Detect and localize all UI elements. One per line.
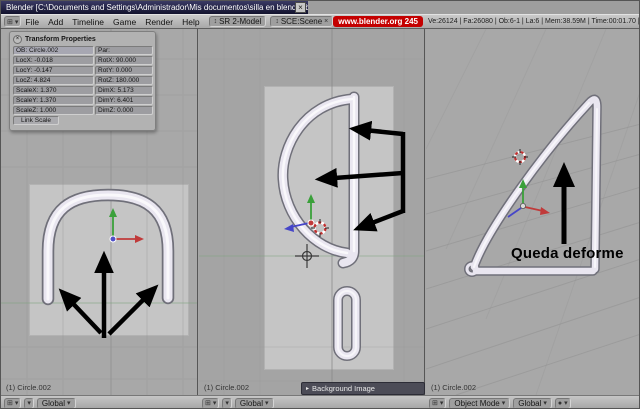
viewport-front[interactable]: × Transform Properties OB: Circle.002 Pa… — [1, 29, 198, 395]
chevron-down-icon: ▾ — [67, 400, 71, 407]
chevron-down-icon: ▾ — [27, 400, 31, 407]
orientation-select[interactable]: Global ▾ — [234, 397, 274, 408]
menu-bar: ⊞ ▾ File Add Timeline Game Render Help ↕… — [1, 14, 640, 29]
view-menu-button[interactable]: ▾ — [222, 397, 232, 408]
grid-icon: ⊞ — [432, 400, 438, 407]
chevron-down-icon: ▾ — [14, 400, 19, 407]
window-title: Blender [C:\Documents and Settings\Admin… — [1, 1, 308, 14]
locx-field[interactable]: LocX: -0.018 — [13, 56, 94, 65]
orientation-value: Global — [518, 398, 542, 408]
orientation-value: Global — [239, 398, 264, 408]
viewport-perspective[interactable]: Queda deforme (1) Circle.002 — [426, 29, 639, 395]
chevron-down-icon: ▾ — [212, 400, 217, 407]
stats-readout: Ve:26124 | Fa:26080 | Ob:6-1 | La:6 | Me… — [428, 18, 640, 25]
viewport-header-left: ⊞ ▾ ▾ Global ▾ — [1, 395, 199, 408]
rotx-field[interactable]: RotX: 90.000 — [95, 56, 153, 65]
scalex-field[interactable]: ScaleX: 1.370 — [13, 86, 94, 95]
scene-selector-value: SCE:Scene — [280, 17, 323, 26]
transform-properties-panel: × Transform Properties OB: Circle.002 Pa… — [9, 31, 156, 131]
scene-selector[interactable]: ↕ SCE:Scene × — [270, 16, 334, 27]
version-badge: www.blender.org 245 — [333, 16, 423, 27]
chevron-down-icon: ▾ — [225, 400, 229, 407]
locz-field[interactable]: LocZ: 4.824 — [13, 76, 94, 85]
close-icon[interactable]: × — [295, 2, 306, 13]
viewport-object-label: (1) Circle.002 — [204, 383, 250, 392]
orientation-select[interactable]: Global ▾ — [36, 397, 76, 408]
viewport-side[interactable]: (1) Circle.002 — [199, 29, 425, 395]
window-type-button[interactable]: ⊞ ▾ — [4, 16, 22, 27]
perspective-grid-lines-cross — [426, 29, 639, 395]
3d-cursor — [512, 149, 528, 165]
viewport-header-middle: ⊞ ▾ ▾ Global ▾ — [199, 395, 426, 408]
grid-icon: ⊞ — [7, 18, 13, 26]
grid-icon: ⊞ — [7, 400, 13, 407]
scaley-field[interactable]: ScaleY: 1.370 — [13, 96, 94, 105]
panel-close-icon[interactable]: × — [13, 34, 22, 44]
chevron-down-icon: ▾ — [543, 400, 547, 407]
menu-render[interactable]: Render — [145, 17, 173, 27]
menu-help[interactable]: Help — [182, 17, 199, 27]
roty-field[interactable]: RotY: 0.000 — [95, 66, 153, 75]
orientation-select[interactable]: Global ▾ — [513, 397, 552, 408]
chevron-down-icon: ▾ — [265, 400, 269, 407]
menu-file[interactable]: File — [25, 17, 39, 27]
viewport-header-right: ⊞ ▾ Object Mode ▾ Global ▾ ● ▾ — [426, 395, 639, 408]
dimx-field[interactable]: DimX: 5.173 — [95, 86, 153, 95]
dimy-field[interactable]: DimY: 6.401 — [95, 96, 153, 105]
mode-select[interactable]: Object Mode ▾ — [449, 397, 511, 408]
dimz-field[interactable]: DimZ: 0.000 — [95, 106, 153, 115]
collapse-icon[interactable]: ▸ — [306, 385, 309, 392]
background-image-plane — [264, 86, 394, 370]
screen-selector-value: SR 2-Model — [219, 17, 262, 26]
view-menu-button[interactable]: ▾ — [24, 397, 34, 408]
parent-field[interactable]: Par: — [95, 46, 153, 55]
transform-manipulator[interactable] — [507, 179, 550, 218]
viewport-object-label: (1) Circle.002 — [6, 383, 52, 392]
ob-name-field[interactable]: OB: Circle.002 — [13, 46, 94, 55]
menu-add[interactable]: Add — [48, 17, 63, 27]
scalez-field[interactable]: ScaleZ: 1.000 — [13, 106, 94, 115]
draw-mode-button[interactable]: ● ▾ — [554, 397, 571, 408]
viewport-object-label: (1) Circle.002 — [431, 383, 477, 392]
orientation-value: Global — [41, 398, 66, 408]
window-type-button[interactable]: ⊞ ▾ — [202, 397, 220, 408]
updown-icon: ↕ — [275, 18, 279, 25]
window-type-button[interactable]: ⊞ ▾ — [429, 397, 447, 408]
blender-window: Blender [C:\Documents and Settings\Admin… — [0, 0, 640, 409]
window-type-button[interactable]: ⊞ ▾ — [4, 397, 22, 408]
link-scale-button[interactable]: Link Scale — [13, 116, 59, 125]
panel-header[interactable]: × Transform Properties — [13, 34, 152, 44]
chevron-down-icon: ▾ — [564, 400, 568, 407]
title-bar: Blender [C:\Documents and Settings\Admin… — [1, 1, 639, 14]
grid-icon: ⊞ — [205, 400, 211, 407]
sphere-icon: ● — [557, 399, 563, 407]
locy-field[interactable]: LocY: -0.147 — [13, 66, 94, 75]
mode-value: Object Mode — [454, 398, 500, 408]
annotation-text: Queda deforme — [511, 245, 624, 262]
chevron-down-icon: ▾ — [439, 400, 444, 407]
menu-timeline[interactable]: Timeline — [72, 17, 104, 27]
updown-icon: ↕ — [213, 18, 218, 25]
rotz-field[interactable]: RotZ: 180.000 — [95, 76, 153, 85]
menu-game[interactable]: Game — [113, 17, 136, 27]
close-icon: × — [324, 18, 329, 25]
chevron-down-icon: ▾ — [14, 18, 19, 26]
background-image-plane — [29, 184, 189, 336]
panel-title: Transform Properties — [25, 35, 96, 43]
chevron-down-icon: ▾ — [501, 400, 506, 407]
background-image-panel-title: Background Image — [312, 384, 375, 393]
screen-selector[interactable]: ↕ SR 2-Model — [208, 16, 267, 27]
background-image-panel[interactable]: ▸ Background Image — [301, 382, 425, 395]
